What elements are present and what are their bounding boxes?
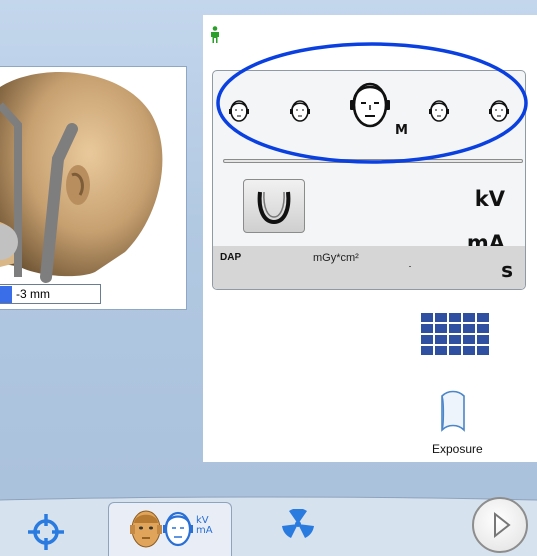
bottom-toolbar xyxy=(0,470,537,556)
arch-icon xyxy=(257,191,291,225)
kvma-label-ma: mA xyxy=(196,525,213,536)
offset-indicator xyxy=(0,286,12,303)
head-3d-image xyxy=(0,72,163,283)
dap-row: DAP mGy*cm² s xyxy=(213,246,525,289)
play-icon xyxy=(494,511,511,539)
offset-value: -3 mm xyxy=(16,287,50,301)
dental-arch-button[interactable] xyxy=(243,179,305,233)
play-button[interactable] xyxy=(472,497,528,553)
exposure-label: Exposure xyxy=(432,442,483,456)
grid-icon[interactable] xyxy=(421,313,491,355)
patient-head-icon xyxy=(130,510,162,548)
dap-label: DAP xyxy=(220,252,242,263)
dap-unit: mGy*cm² xyxy=(313,252,359,264)
kv-unit-label: kV xyxy=(474,187,505,211)
face-outline-icon xyxy=(163,511,193,547)
offset-field[interactable]: -3 mm xyxy=(0,284,101,304)
crosshair-icon[interactable] xyxy=(26,512,66,552)
exposure-icon[interactable] xyxy=(438,390,468,436)
radiation-icon[interactable] xyxy=(278,509,318,539)
dap-value-dot xyxy=(409,266,411,267)
seconds-unit-label: s xyxy=(501,258,513,282)
annotation-ellipse xyxy=(216,42,528,164)
bottom-bar-background xyxy=(0,496,537,556)
kvma-label: kV mA xyxy=(196,516,213,536)
patient-head-preview xyxy=(0,66,187,310)
